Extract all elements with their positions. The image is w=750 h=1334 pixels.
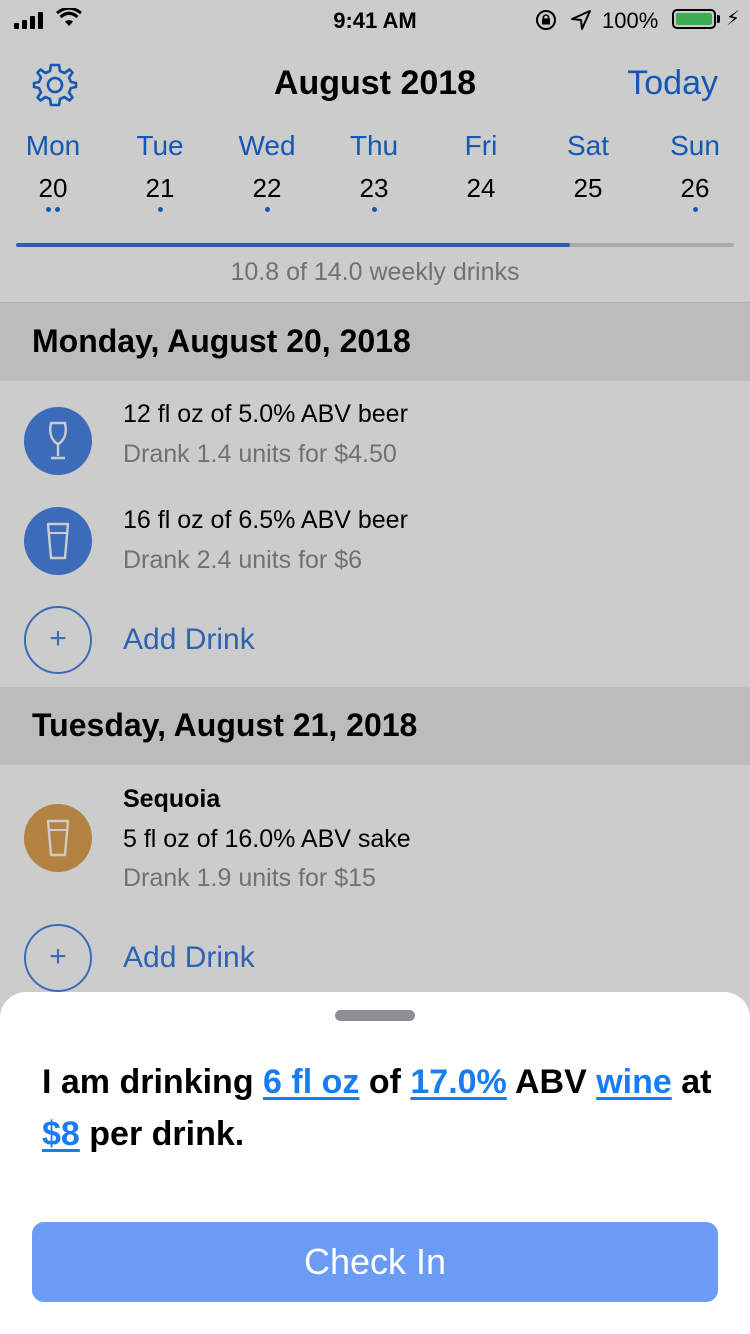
app-screen: 9:41 AM 100% ⚡︎ August 2018 Today Mon 20 T… <box>0 0 750 1334</box>
price-picker[interactable]: $8 <box>42 1115 80 1153</box>
abv-picker[interactable]: 17.0% <box>410 1063 506 1101</box>
sentence-text: at <box>671 1063 712 1101</box>
check-in-button[interactable]: Check In <box>32 1222 718 1302</box>
check-in-sheet: I am drinking 6 fl oz of 17.0% ABV wine … <box>0 992 750 1334</box>
sentence-text: per drink. <box>79 1115 245 1153</box>
sentence-text: ABV <box>506 1063 597 1101</box>
sentence-text: I am drinking <box>42 1063 264 1101</box>
sheet-grabber[interactable] <box>335 1010 415 1021</box>
amount-picker[interactable]: 6 fl oz <box>263 1063 359 1101</box>
sentence-text: of <box>359 1063 411 1101</box>
drink-sentence: I am drinking 6 fl oz of 17.0% ABV wine … <box>42 1056 712 1160</box>
drink-type-picker[interactable]: wine <box>596 1063 672 1101</box>
